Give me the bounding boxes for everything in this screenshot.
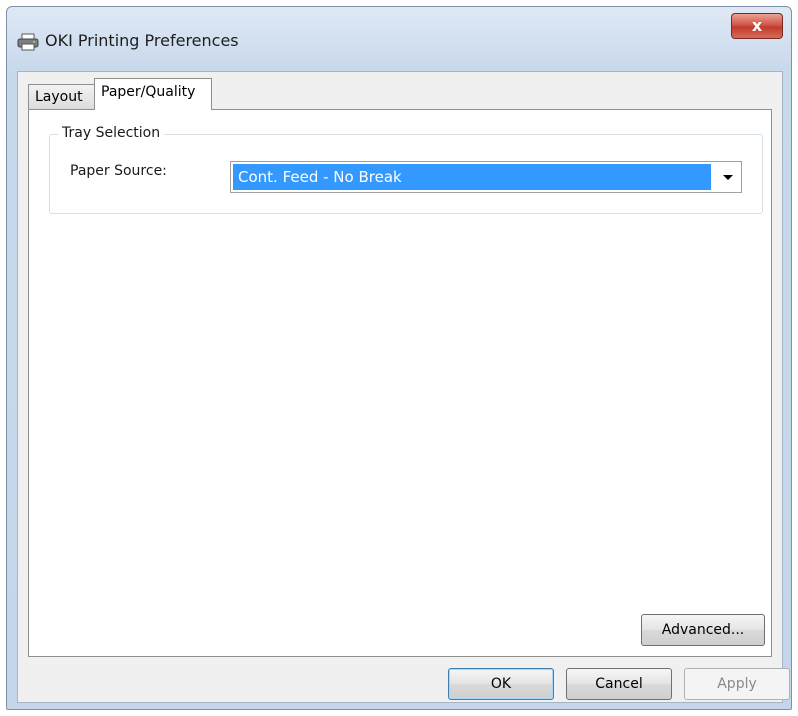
cancel-button[interactable]: Cancel (566, 668, 672, 700)
chevron-down-icon[interactable] (723, 175, 733, 180)
paper-source-label: Paper Source: (70, 163, 167, 179)
close-button[interactable]: x (731, 13, 783, 39)
tab-paper-quality[interactable]: Paper/Quality (94, 78, 212, 110)
paper-source-dropdown[interactable]: Cont. Feed - No Break (230, 161, 742, 193)
title-bar[interactable]: OKI Printing Preferences x (7, 7, 791, 67)
printer-icon (17, 33, 39, 51)
window-title: OKI Printing Preferences (45, 31, 239, 50)
paper-quality-panel: Tray Selection Paper Source: Cont. Feed … (28, 109, 772, 657)
close-icon: x (751, 16, 763, 35)
dialog-client-area: Layout Paper/Quality Tray Selection Pape… (17, 71, 790, 703)
ok-button[interactable]: OK (448, 668, 554, 700)
tray-selection-group: Tray Selection Paper Source: Cont. Feed … (49, 125, 763, 214)
apply-button[interactable]: Apply (684, 668, 790, 700)
paper-source-selected-value: Cont. Feed - No Break (233, 164, 711, 190)
printing-preferences-window: OKI Printing Preferences x Layout Paper/… (6, 6, 792, 710)
tab-layout[interactable]: Layout (28, 84, 95, 109)
tray-selection-legend: Tray Selection (58, 125, 165, 141)
advanced-button[interactable]: Advanced... (641, 614, 765, 646)
